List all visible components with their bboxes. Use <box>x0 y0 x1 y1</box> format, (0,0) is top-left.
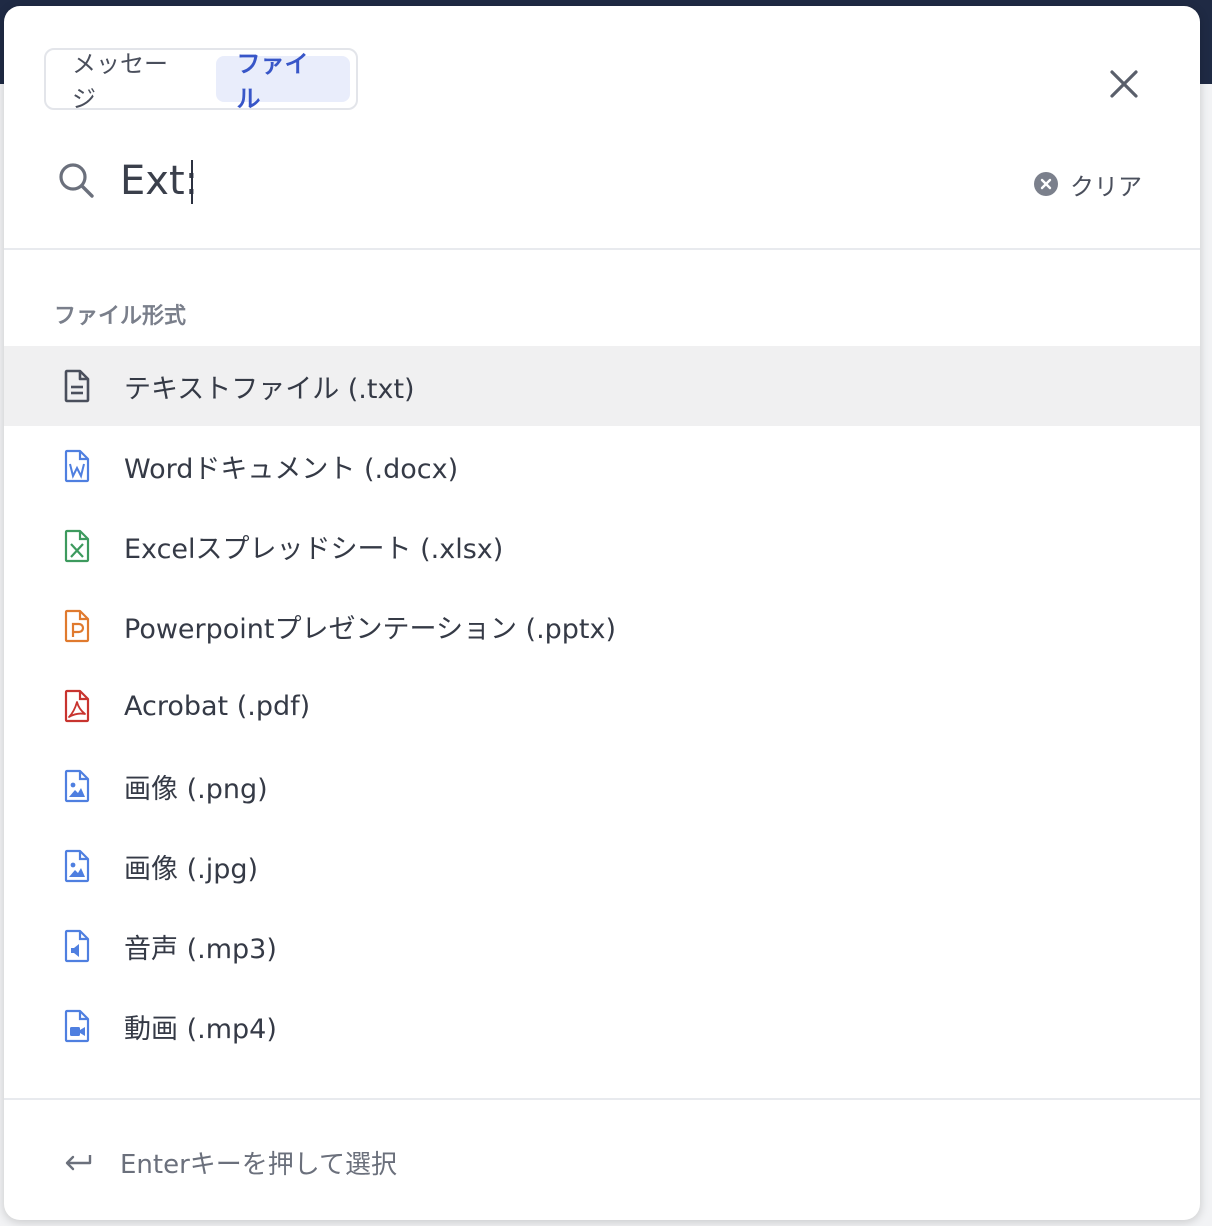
file-type-label: テキストファイル (.txt) <box>124 373 415 405</box>
powerpoint-file-icon <box>64 609 90 643</box>
image-file-icon <box>64 769 90 803</box>
tab-files[interactable]: ファイル <box>216 50 350 113</box>
file-type-item-xlsx[interactable]: Excelスプレッドシート (.xlsx) <box>4 506 1200 586</box>
file-type-item-mp4[interactable]: 動画 (.mp4) <box>4 986 1200 1066</box>
file-type-label: 画像 (.png) <box>124 773 268 805</box>
excel-file-icon <box>64 529 90 563</box>
file-type-label: 画像 (.jpg) <box>124 853 259 885</box>
enter-key-icon <box>65 1154 92 1170</box>
file-type-item-pdf[interactable]: Acrobat (.pdf) <box>4 666 1200 746</box>
audio-file-icon <box>64 929 90 963</box>
header-divider <box>4 248 1200 250</box>
search-icon <box>59 163 94 198</box>
clear-label: クリア <box>1070 172 1142 201</box>
search-input[interactable] <box>118 148 1002 214</box>
file-type-search-modal: メッセージ ファイル クリア ファイル形式 <box>4 6 1200 1220</box>
section-title: ファイル形式 <box>54 304 187 329</box>
scope-tabs: メッセージ ファイル <box>44 48 358 113</box>
image-file-icon <box>64 849 90 883</box>
file-type-item-png[interactable]: 画像 (.png) <box>4 746 1200 826</box>
file-type-label: Powerpointプレゼンテーション (.pptx) <box>124 613 617 645</box>
keyboard-hint: Enterキーを押して選択 <box>62 1144 397 1181</box>
file-type-label: Acrobat (.pdf) <box>124 690 311 722</box>
file-type-label: 音声 (.mp3) <box>124 933 277 965</box>
file-type-item-pptx[interactable]: Powerpointプレゼンテーション (.pptx) <box>4 586 1200 666</box>
file-type-label: Excelスプレッドシート (.xlsx) <box>124 533 504 565</box>
clear-button[interactable]: クリア <box>1034 166 1142 202</box>
clear-icon <box>1034 172 1058 196</box>
file-type-item-jpg[interactable]: 画像 (.jpg) <box>4 826 1200 906</box>
file-type-item-docx[interactable]: Wordドキュメント (.docx) <box>4 426 1200 506</box>
file-type-item-txt[interactable]: テキストファイル (.txt) <box>4 346 1200 426</box>
file-type-label: 動画 (.mp4) <box>124 1013 277 1045</box>
video-file-icon <box>64 1009 90 1043</box>
keyboard-hint-text: Enterキーを押して選択 <box>120 1150 398 1180</box>
search-bar: クリア <box>4 130 1200 248</box>
file-type-item-mp3[interactable]: 音声 (.mp3) <box>4 906 1200 986</box>
text-caret <box>191 160 193 204</box>
tab-messages[interactable]: メッセージ <box>52 50 208 113</box>
text-file-icon <box>64 369 90 403</box>
file-type-list: テキストファイル (.txt) Wordドキュメント (.docx) Excel… <box>4 346 1200 1066</box>
word-file-icon <box>64 449 90 483</box>
pdf-file-icon <box>64 689 90 723</box>
footer-divider <box>4 1098 1200 1100</box>
close-icon[interactable] <box>1106 66 1142 102</box>
file-type-label: Wordドキュメント (.docx) <box>124 453 459 485</box>
